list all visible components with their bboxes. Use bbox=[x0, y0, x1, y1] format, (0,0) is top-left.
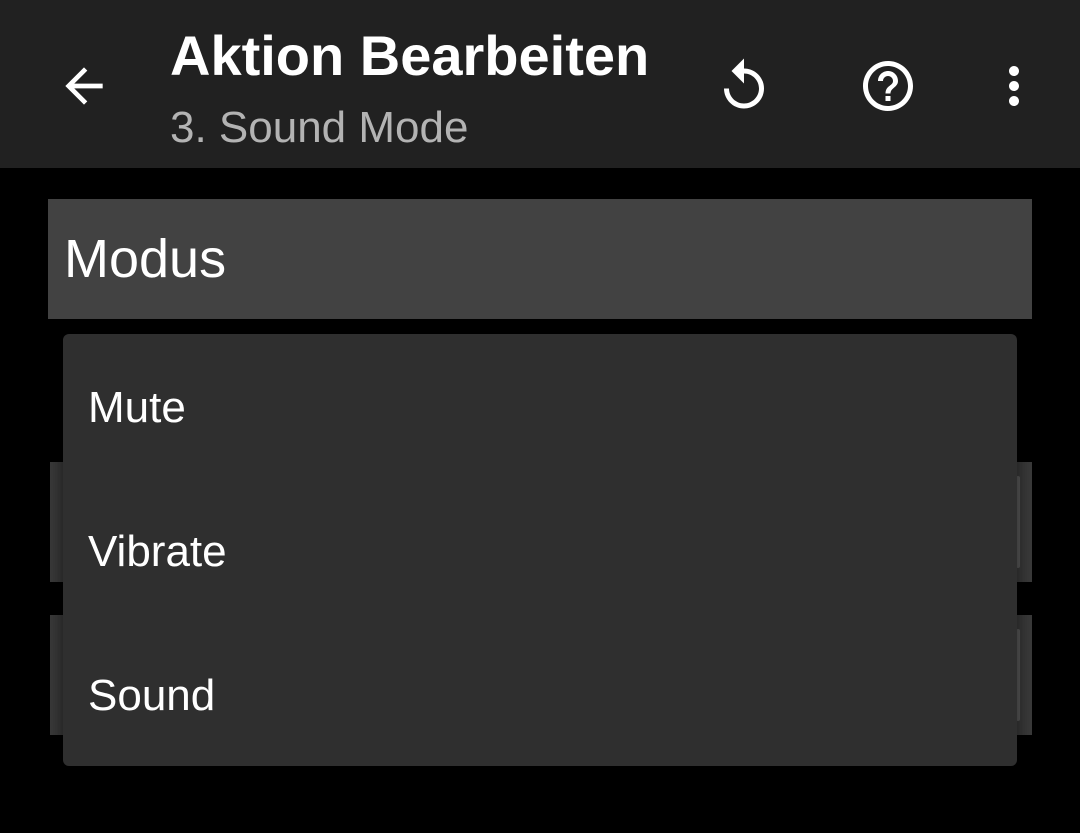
more-options-button[interactable] bbox=[984, 56, 1044, 116]
option-label: Sound bbox=[88, 671, 216, 720]
dropdown-option-mute[interactable]: Mute bbox=[63, 336, 1017, 480]
page-title: Aktion Bearbeiten bbox=[170, 24, 650, 87]
mode-section-header: Modus bbox=[48, 199, 1032, 319]
help-button[interactable] bbox=[858, 56, 918, 116]
section-label: Modus bbox=[64, 229, 227, 289]
arrow-back-icon bbox=[65, 67, 103, 105]
mode-dropdown-menu: Mute Vibrate Sound bbox=[63, 334, 1017, 766]
reset-icon bbox=[724, 58, 764, 109]
more-vert-icon bbox=[1009, 66, 1019, 106]
app-toolbar: Aktion Bearbeiten 3. Sound Mode bbox=[0, 0, 1080, 168]
option-label: Mute bbox=[88, 383, 186, 432]
app-screen: Aktion Bearbeiten 3. Sound Mode Modus Mu… bbox=[0, 0, 1080, 833]
back-button[interactable] bbox=[52, 54, 116, 118]
page-subtitle: 3. Sound Mode bbox=[170, 103, 469, 152]
help-icon bbox=[863, 61, 913, 111]
dropdown-option-sound[interactable]: Sound bbox=[63, 624, 1017, 768]
reset-button[interactable] bbox=[714, 56, 774, 116]
option-label: Vibrate bbox=[88, 527, 227, 576]
dropdown-option-vibrate[interactable]: Vibrate bbox=[63, 480, 1017, 624]
